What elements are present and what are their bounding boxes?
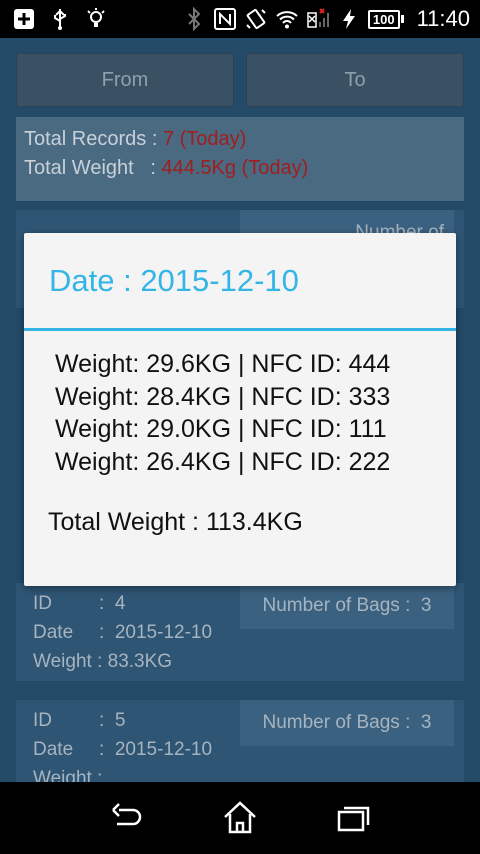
battery-tip [400,15,404,23]
record-date-sep: : [99,739,105,760]
bluetooth-icon [182,7,206,31]
record-bags-label: Number of Bags : [262,595,411,616]
total-records-value: 7 (Today) [162,128,247,150]
record-weight-label: Weight [33,768,92,782]
date-range-row: From To [16,53,464,107]
record-detail-dialog: Date : 2015-12-10 Weight: 29.6KG | NFC I… [24,233,456,586]
record-bags-value: 3 [420,595,432,616]
record-id-value: 4 [114,593,126,614]
battery-indicator: 100 [367,9,404,29]
status-bar: 100 11:40 [0,0,480,38]
record-bags-label: Number of Bags : [262,712,411,733]
dialog-title: Date : 2015-12-10 [49,263,299,298]
record-weight-sep: : [97,651,103,672]
dialog-divider [24,328,456,331]
weight-entry: Weight: 28.4KG | NFC ID: 333 [55,382,391,411]
nfc-icon [213,7,237,31]
home-icon[interactable] [216,794,264,842]
lightbulb-icon [84,7,108,31]
navigation-bar [0,782,480,854]
total-weight-line: Total Weight : 444.5Kg (Today) [24,154,456,183]
total-weight-value: 444.5Kg (Today) [161,157,309,179]
recent-apps-icon[interactable] [329,794,377,842]
charging-icon [337,7,361,31]
from-date-button[interactable]: From [16,53,234,107]
record-weight-label: Weight [33,651,92,672]
weight-entry: Weight: 29.0KG | NFC ID: 111 [55,415,387,443]
to-date-button[interactable]: To [246,53,464,107]
wifi-icon [275,7,299,31]
status-time: 11:40 [416,6,470,31]
record-weight-sep: : [97,768,103,782]
records-screen: From To Total Records : 7 (Today) Total … [16,53,464,782]
battery-level: 100 [367,9,400,29]
record-id-label: ID [33,593,52,614]
record-card[interactable]: ID: 4 Date: 2015-12-10 Weight : 83.3KG N… [16,583,464,681]
record-weight-value: 83.3KG [107,651,173,672]
record-date-label: Date [33,739,74,760]
record-bags-value: 3 [420,712,432,733]
record-bags: Number of Bags : 3 [240,583,454,629]
record-date-value: 2015-12-10 [114,739,213,760]
summary-panel: Total Records : 7 (Today) Total Weight :… [16,117,464,201]
record-id-sep: : [99,710,105,731]
weight-entry: Weight: 29.6KG | NFC ID: 444 [55,350,391,378]
total-records-line: Total Records : 7 (Today) [24,125,456,154]
weight-entry: Weight: 26.4KG | NFC ID: 222 [55,447,391,476]
weight-entry-list: Weight: 29.6KG | NFC ID: 444 Weight: 28.… [55,348,390,478]
total-weight-label: Total Weight : [24,157,156,179]
record-id-label: ID [33,710,52,731]
add-box-icon [12,7,36,31]
record-date-label: Date [33,622,74,643]
total-records-label: Total Records : [24,128,158,150]
record-date-sep: : [99,622,105,643]
record-info: ID: 4 Date: 2015-12-10 Weight : 83.3KG [33,589,212,676]
dialog-total-weight: Total Weight : 113.4KG [48,508,303,536]
record-date-value: 2015-12-10 [114,622,213,643]
usb-icon [48,7,72,31]
record-card[interactable]: ID: 5 Date: 2015-12-10 Weight : Number o… [16,700,464,782]
back-icon[interactable] [103,794,151,842]
record-info: ID: 5 Date: 2015-12-10 Weight : [33,706,212,782]
vibrate-icon [244,7,268,31]
record-id-sep: : [99,593,105,614]
record-bags: Number of Bags : 3 [240,700,454,746]
record-id-value: 5 [114,710,126,731]
no-signal-icon [306,7,330,31]
